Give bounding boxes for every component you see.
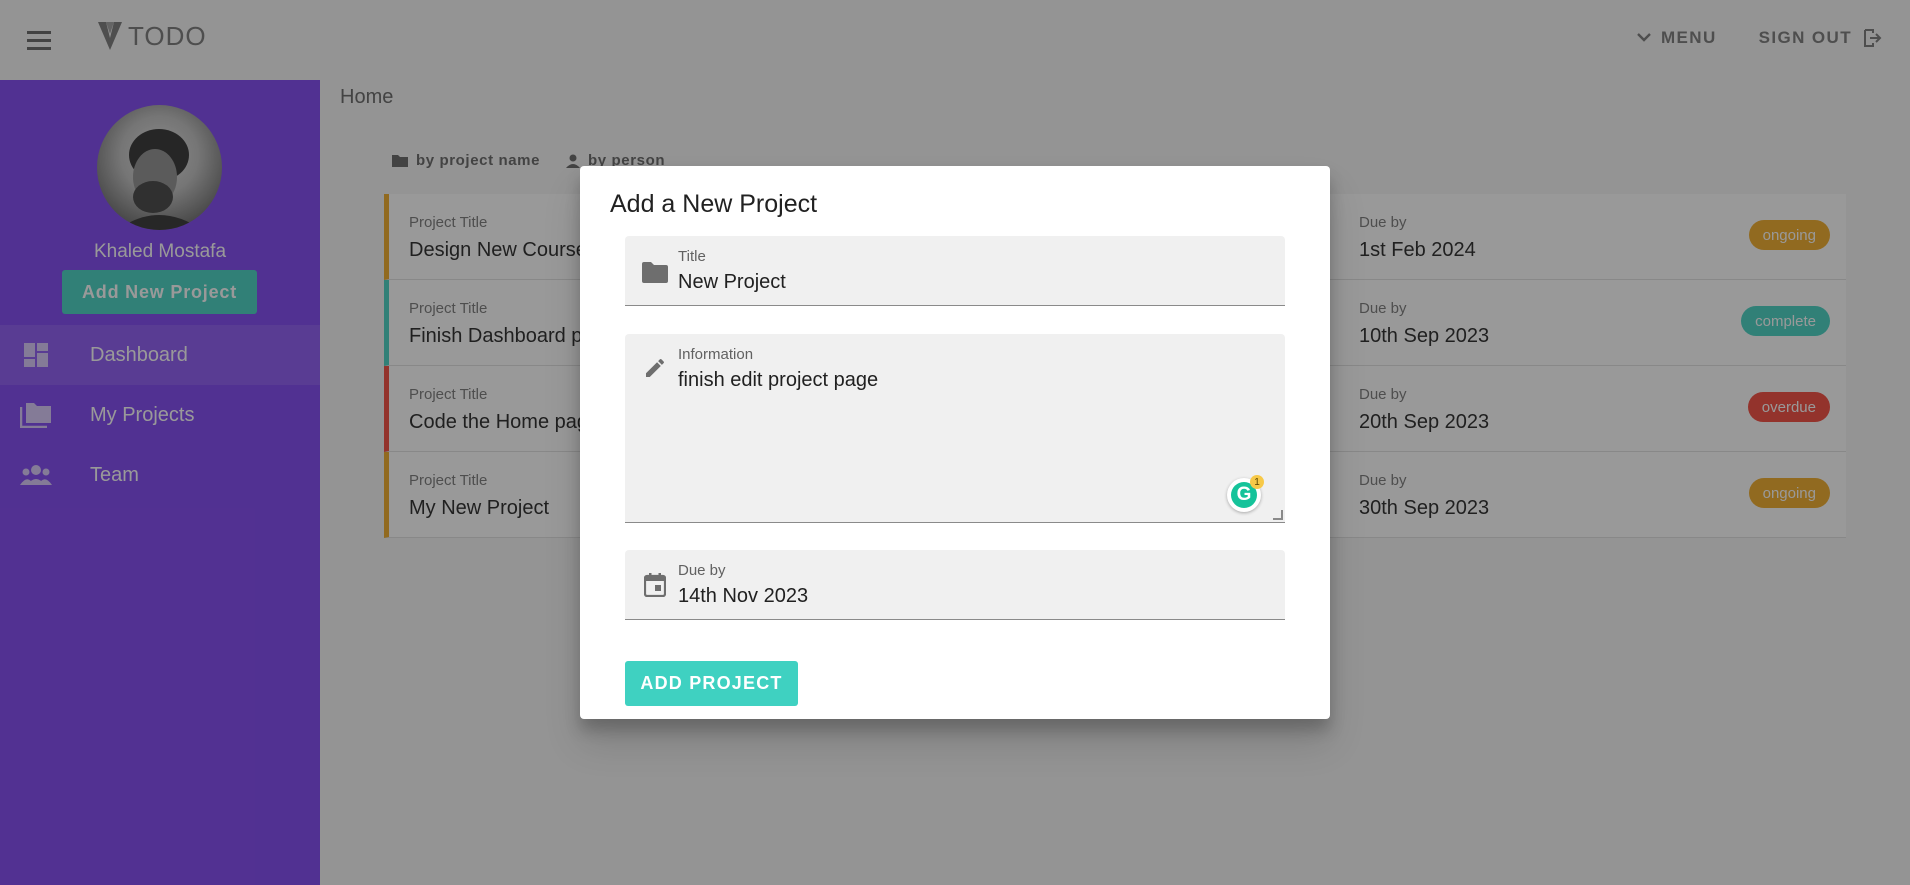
due-date-input[interactable] [678, 585, 1258, 608]
resize-handle[interactable] [1273, 510, 1283, 520]
title-input[interactable] [678, 271, 1258, 294]
information-field-label: Information [678, 346, 754, 363]
folder-icon [641, 258, 669, 286]
grammarly-count-badge: 1 [1250, 475, 1264, 489]
due-date-field-label: Due by [678, 562, 726, 579]
due-date-field[interactable]: Due by [625, 550, 1285, 620]
add-project-dialog: Add a New Project Title Information fini… [580, 166, 1330, 719]
information-textarea[interactable]: finish edit project page [678, 369, 1258, 499]
pencil-icon [641, 354, 669, 382]
grammarly-button[interactable]: G 1 [1227, 475, 1264, 512]
add-project-button[interactable]: ADD PROJECT [625, 661, 798, 706]
calendar-icon [641, 571, 669, 599]
title-field[interactable]: Title [625, 236, 1285, 306]
information-field[interactable]: Information finish edit project page G 1 [625, 334, 1285, 523]
dialog-title: Add a New Project [610, 190, 818, 218]
title-field-label: Title [678, 248, 706, 265]
